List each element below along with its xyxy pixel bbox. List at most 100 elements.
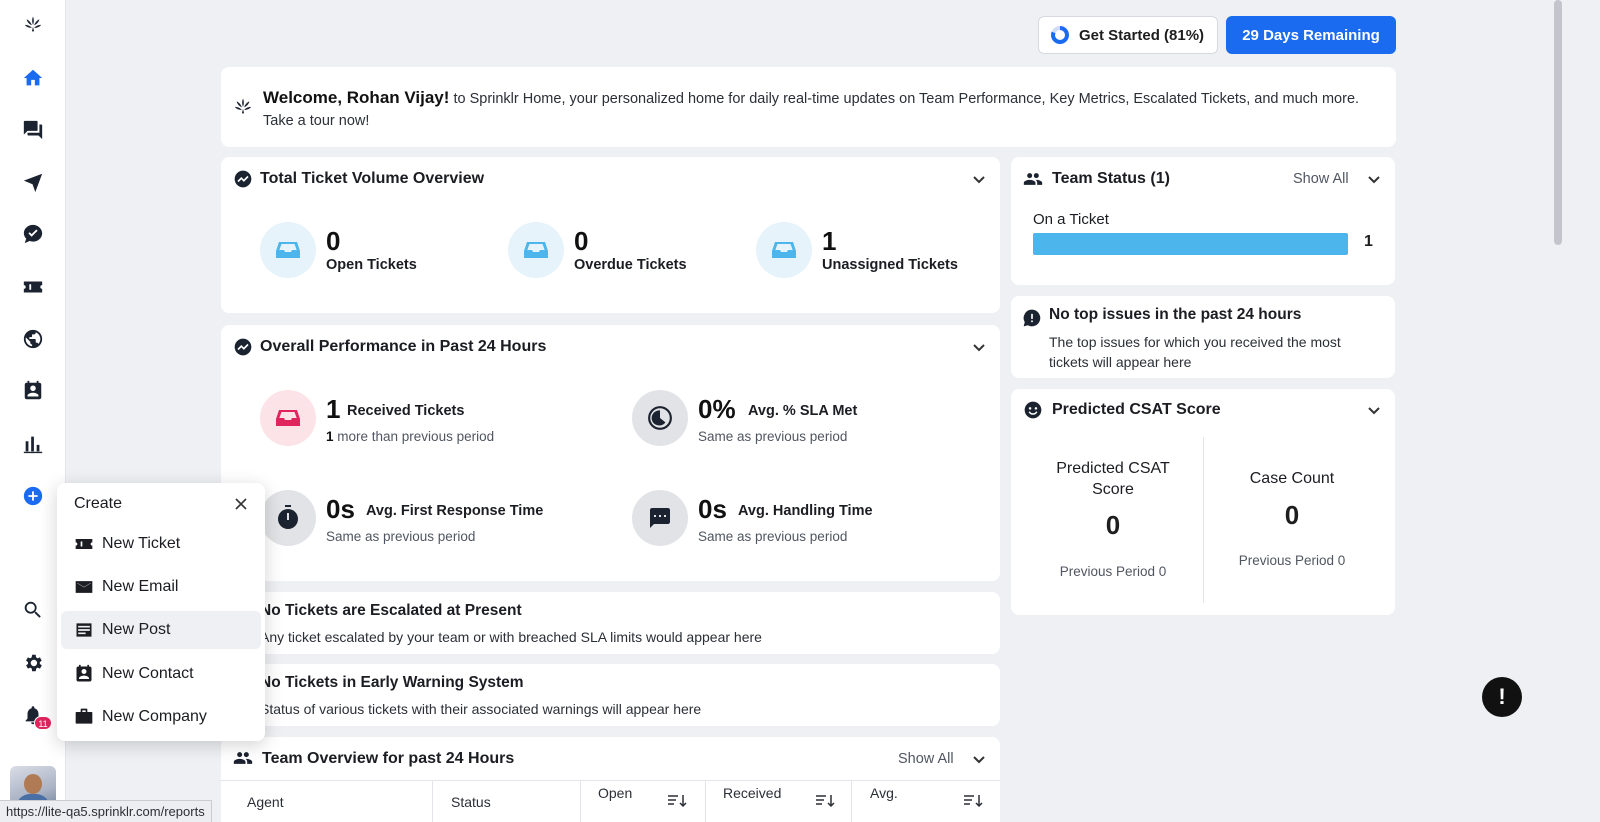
divider (705, 780, 706, 822)
contact-card-icon (76, 664, 92, 682)
received-tickets-sub-text: more than previous period (333, 429, 495, 444)
pie-clock-icon (632, 390, 688, 446)
overdue-tickets-value: 0 (574, 226, 589, 256)
inbox-icon (756, 222, 812, 278)
sort-icon[interactable] (816, 794, 836, 808)
top-issues-text: The top issues for which you received th… (1049, 334, 1341, 370)
column-header-open[interactable]: Open (598, 785, 632, 801)
sort-icon[interactable] (668, 794, 688, 808)
status-bar-url: https://lite-qa5.sprinklr.com/reports (0, 800, 212, 822)
csat-score-label: Predicted CSAT Score (1056, 460, 1170, 498)
notification-badge: 11 (34, 716, 52, 730)
sort-icon[interactable] (964, 794, 984, 808)
menu-item-label: New Contact (102, 665, 194, 682)
gear-icon[interactable] (21, 651, 45, 675)
menu-item-label: New Company (102, 708, 207, 725)
team-status-bar-track (1033, 233, 1348, 255)
first-response-value: 0s (326, 494, 355, 524)
received-tickets-label: Received Tickets (347, 403, 465, 419)
trend-icon (234, 338, 252, 356)
chat-check-icon[interactable] (21, 222, 45, 246)
ticket-icon (75, 539, 93, 549)
search-icon[interactable] (21, 598, 45, 622)
globe-icon[interactable] (21, 327, 45, 351)
ticket-volume-title: Total Ticket Volume Overview (260, 170, 485, 187)
ticket-icon[interactable] (21, 275, 45, 299)
divider (580, 780, 581, 822)
received-tickets-sub: 1 more than previous period (326, 429, 494, 444)
divider (851, 780, 852, 822)
menu-item-new-company[interactable]: New Company (61, 698, 261, 736)
team-status-show-all[interactable]: Show All (1293, 171, 1349, 187)
menu-item-label: New Email (102, 578, 179, 595)
csat-score-value: 0 (1105, 510, 1121, 540)
early-warning-text: Status of various tickets with their ass… (260, 701, 702, 717)
email-icon (75, 581, 93, 593)
team-status-bar-label: On a Ticket (1033, 211, 1109, 228)
get-started-label: Get Started (81%) (1079, 26, 1205, 44)
progress-ring-icon (1051, 26, 1069, 44)
people-icon (233, 752, 253, 764)
chevron-down-icon[interactable] (972, 752, 986, 766)
add-circle-icon[interactable] (21, 484, 45, 508)
scrollbar[interactable] (1554, 0, 1562, 245)
column-header-status[interactable]: Status (451, 794, 491, 810)
trend-icon (234, 170, 252, 188)
first-response-label: Avg. First Response Time (366, 503, 544, 519)
menu-item-new-post[interactable]: New Post (61, 611, 261, 649)
contact-card-icon[interactable] (21, 379, 45, 403)
create-menu: Create New Ticket New Email New Post New… (57, 483, 265, 741)
column-header-avg[interactable]: Avg. (870, 785, 898, 801)
menu-item-new-email[interactable]: New Email (61, 568, 261, 606)
column-header-agent[interactable]: Agent (247, 794, 284, 810)
briefcase-icon (75, 708, 93, 724)
first-response-sub: Same as previous period (326, 529, 476, 544)
top-issues-title: No top issues in the past 24 hours (1049, 306, 1302, 323)
help-button[interactable]: ! (1482, 677, 1522, 717)
sprinklr-logo-icon[interactable] (21, 12, 45, 36)
create-menu-title: Create (74, 495, 123, 512)
handling-time-value: 0s (698, 494, 727, 524)
handling-time-sub: Same as previous period (698, 529, 848, 544)
chevron-down-icon[interactable] (972, 172, 986, 186)
column-header-received[interactable]: Received (723, 785, 781, 801)
welcome-greeting: Welcome, Rohan Vijay! (263, 88, 450, 107)
open-tickets-label: Open Tickets (326, 257, 417, 273)
divider (221, 780, 1000, 781)
send-icon[interactable] (21, 170, 45, 194)
sla-met-value: 0% (698, 394, 736, 424)
divider (432, 780, 433, 822)
early-warning-title: No Tickets in Early Warning System (260, 674, 524, 691)
team-overview-show-all[interactable]: Show All (898, 751, 954, 767)
menu-item-new-ticket[interactable]: New Ticket (61, 525, 261, 563)
case-count-value: 0 (1284, 500, 1300, 530)
days-remaining-button[interactable]: 29 Days Remaining (1226, 16, 1396, 54)
received-tickets-value: 1 (326, 394, 341, 424)
team-status-title: Team Status (1) (1052, 170, 1170, 187)
sla-met-sub: Same as previous period (698, 429, 848, 444)
inbox-icon (260, 390, 316, 446)
alert-chat-icon (1023, 309, 1041, 327)
escalated-text: Any ticket escalated by your team or wit… (260, 629, 762, 645)
sla-met-label: Avg. % SLA Met (748, 403, 858, 419)
chevron-down-icon[interactable] (1367, 403, 1381, 417)
inbox-icon (260, 222, 316, 278)
chat-icon[interactable] (21, 118, 45, 142)
unassigned-tickets-label: Unassigned Tickets (822, 257, 958, 273)
chevron-down-icon[interactable] (1367, 172, 1381, 186)
home-icon[interactable] (21, 66, 45, 90)
get-started-button[interactable]: Get Started (81%) (1038, 16, 1218, 54)
post-icon (76, 623, 92, 637)
case-count-prev: Previous Period 0 (1238, 553, 1346, 568)
team-overview-title: Team Overview for past 24 Hours (262, 750, 515, 767)
welcome-banner: Welcome, Rohan Vijay! to Sprinklr Home, … (221, 67, 1396, 147)
unassigned-tickets-value: 1 (822, 226, 837, 256)
chevron-down-icon[interactable] (972, 340, 986, 354)
menu-item-label: New Post (102, 621, 171, 638)
team-status-bar-fill (1033, 233, 1348, 255)
menu-item-new-contact[interactable]: New Contact (61, 655, 261, 693)
close-icon[interactable] (233, 496, 249, 512)
performance-title: Overall Performance in Past 24 Hours (260, 338, 547, 355)
chat-dots-icon (632, 490, 688, 546)
bar-chart-icon[interactable] (21, 432, 45, 456)
